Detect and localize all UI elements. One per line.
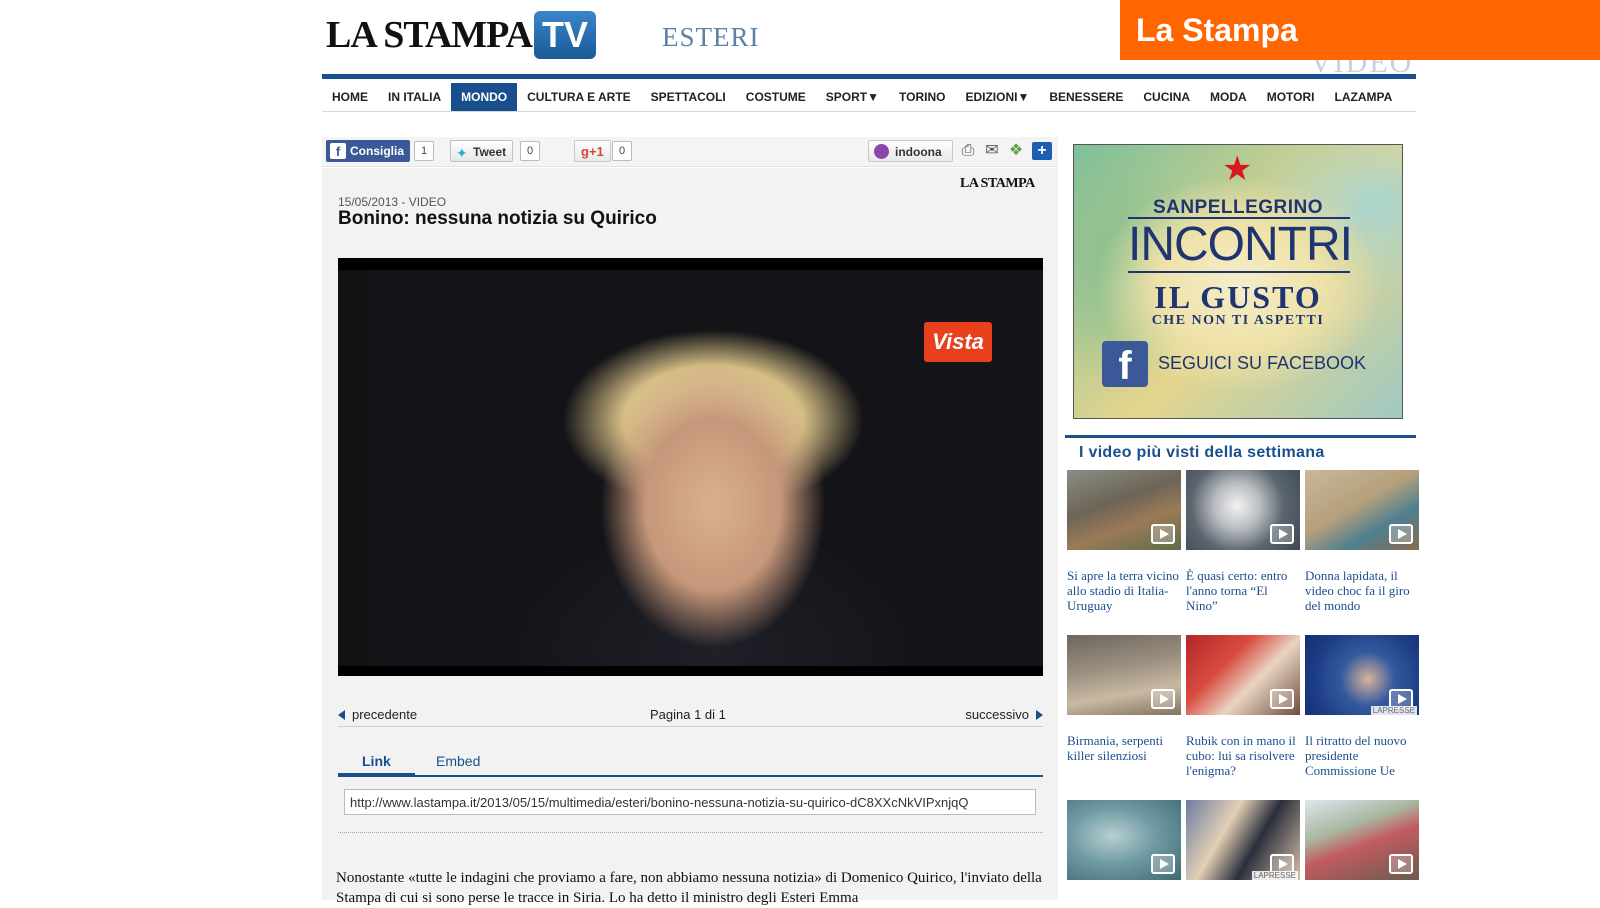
- share-network-icon[interactable]: ❖: [1006, 142, 1026, 160]
- video-thumbnail[interactable]: LAPRESSE: [1305, 635, 1419, 715]
- nav-item-torino[interactable]: TORINO: [889, 83, 955, 111]
- facebook-like-label: Consiglia: [350, 144, 405, 158]
- dotted-separator: [338, 832, 1043, 833]
- previous-link[interactable]: precedente: [338, 707, 417, 722]
- play-icon: [1151, 854, 1175, 874]
- social-bar: f Consiglia 1 ✦ Tweet 0 g+1 0 indoona ⎙ ✉ …: [322, 137, 1058, 167]
- logo-tv-badge: TV: [534, 11, 597, 59]
- google-plus-count: 0: [612, 141, 633, 161]
- share-link-input[interactable]: [344, 789, 1036, 815]
- video-item[interactable]: Si apre la terra vicino allo stadio di I…: [1067, 470, 1181, 613]
- nav-rule: [322, 74, 1416, 79]
- brand-banner-label: La Stampa: [1136, 12, 1298, 48]
- play-icon: [1151, 524, 1175, 544]
- email-icon[interactable]: ✉: [982, 142, 1002, 160]
- play-icon: [1270, 689, 1294, 709]
- nav-item-edizioni[interactable]: EDIZIONI▼: [955, 83, 1039, 111]
- video-thumbnail[interactable]: [1067, 635, 1181, 715]
- video-thumbnail[interactable]: [1186, 635, 1300, 715]
- print-icon[interactable]: ⎙: [958, 142, 978, 160]
- nav-item-sport[interactable]: SPORT▼: [816, 83, 889, 111]
- more-share-plus-icon[interactable]: +: [1032, 142, 1052, 160]
- nav-item-lazampa[interactable]: LAZAMPA: [1325, 83, 1403, 111]
- tab-link[interactable]: Link: [338, 753, 415, 777]
- video-item[interactable]: LAPRESSE Il ritratto del nuovo president…: [1305, 635, 1419, 778]
- tweet-count: 0: [520, 141, 541, 161]
- video-thumbnail[interactable]: [1186, 470, 1300, 550]
- lastampatv-logo[interactable]: LA STAMPA TV: [326, 8, 597, 62]
- indoona-icon: [874, 144, 889, 159]
- video-caption[interactable]: Birmania, serpenti killer silenziosi: [1067, 733, 1181, 763]
- video-item[interactable]: Donna lapidata, il video choc fa il giro…: [1305, 470, 1419, 613]
- facebook-icon: f: [330, 143, 346, 159]
- sanpellegrino-ad[interactable]: ★ SANPELLEGRINO INCONTRI IL GUSTO CHE NO…: [1073, 144, 1403, 419]
- video-caption[interactable]: È quasi certo: entro l'anno torna “El Ni…: [1186, 568, 1300, 613]
- video-caption[interactable]: Il ritratto del nuovo presidente Commiss…: [1305, 733, 1419, 778]
- twitter-bird-icon: ✦: [456, 145, 468, 161]
- ad-line2: IL GUSTO: [1154, 279, 1322, 315]
- tab-embed[interactable]: Embed: [412, 753, 504, 777]
- article-date: 15/05/2013 - VIDEO: [338, 195, 447, 209]
- video-item[interactable]: È quasi certo: entro l'anno torna “El Ni…: [1186, 470, 1300, 613]
- facebook-like-count: 1: [414, 141, 435, 161]
- most-viewed-header: I video più visti della settimana: [1065, 435, 1416, 467]
- video-thumbnail[interactable]: [1305, 800, 1419, 880]
- page-indicator: Pagina 1 di 1: [650, 707, 726, 722]
- ad-headline: INCONTRI: [1128, 217, 1353, 273]
- video-thumbnail[interactable]: [1067, 470, 1181, 550]
- indoona-button[interactable]: indoona: [868, 140, 953, 162]
- play-icon: [1270, 524, 1294, 544]
- nav-item-moda[interactable]: MODA: [1200, 83, 1257, 111]
- video-item[interactable]: [1305, 800, 1419, 880]
- video-thumbnail[interactable]: LAPRESSE: [1186, 800, 1300, 880]
- logo-text: LA STAMPA: [326, 14, 533, 56]
- play-icon: [1151, 689, 1175, 709]
- play-icon: [1389, 854, 1413, 874]
- facebook-like-button[interactable]: f Consiglia: [326, 140, 411, 162]
- nav-item-costume[interactable]: COSTUME: [736, 83, 816, 111]
- video-caption[interactable]: Donna lapidata, il video choc fa il giro…: [1305, 568, 1419, 613]
- play-icon: [1389, 524, 1413, 544]
- next-link[interactable]: successivo: [965, 707, 1043, 722]
- video-item[interactable]: LAPRESSE: [1186, 800, 1300, 880]
- pager: precedente Pagina 1 di 1 successivo: [338, 705, 1043, 727]
- nav-item-home[interactable]: HOME: [322, 83, 378, 111]
- nav-item-cucina[interactable]: CUCINA: [1133, 83, 1200, 111]
- facebook-icon: f: [1102, 341, 1148, 388]
- article-body: Nonostante «tutte le indagini che provia…: [336, 870, 1042, 906]
- article-title: Bonino: nessuna notizia su Quirico: [338, 208, 657, 229]
- nav-item-in-italia[interactable]: IN ITALIA: [378, 83, 451, 111]
- video-caption[interactable]: Si apre la terra vicino allo stadio di I…: [1067, 568, 1181, 613]
- tweet-button[interactable]: ✦ Tweet: [450, 140, 514, 162]
- brand-banner: La Stampa: [1120, 0, 1600, 60]
- most-viewed-title: I video più visti della settimana: [1079, 444, 1325, 461]
- red-star-icon: ★: [1222, 150, 1253, 188]
- ad-line3: CHE NON TI ASPETTI: [1151, 313, 1325, 328]
- video-thumbnail[interactable]: [1067, 800, 1181, 880]
- nav-item-cultura-e-arte[interactable]: CULTURA E ARTE: [517, 83, 641, 111]
- video-item[interactable]: [1067, 800, 1181, 880]
- tweet-label: Tweet: [473, 145, 507, 159]
- photo-credit: LAPRESSE: [1370, 706, 1417, 715]
- video-caption[interactable]: Rubik con in mano il cubo: lui sa risolv…: [1186, 733, 1300, 778]
- nav-item-benessere[interactable]: BENESSERE: [1039, 83, 1133, 111]
- indoona-label: indoona: [895, 145, 942, 159]
- photo-credit: LAPRESSE: [1251, 871, 1298, 880]
- nav-item-mondo[interactable]: MONDO: [451, 82, 518, 111]
- ad-brand: SANPELLEGRINO: [1152, 197, 1324, 218]
- ad-cta: SEGUICI SU FACEBOOK: [1158, 353, 1367, 373]
- nav-item-spettacoli[interactable]: SPETTACOLI: [641, 83, 736, 111]
- video-player[interactable]: Vista: [338, 258, 1043, 676]
- video-item[interactable]: Rubik con in mano il cubo: lui sa risolv…: [1186, 635, 1300, 778]
- share-tabs: Link Embed: [338, 749, 1043, 777]
- section-title: ESTERI: [662, 22, 760, 52]
- video-item[interactable]: Birmania, serpenti killer silenziosi: [1067, 635, 1181, 763]
- main-nav: HOME IN ITALIA MONDO CULTURA E ARTE SPET…: [322, 82, 1416, 112]
- video-play-area[interactable]: [338, 258, 1043, 676]
- google-plus-button[interactable]: g+1: [574, 140, 611, 162]
- nav-item-motori[interactable]: MOTORI: [1257, 83, 1325, 111]
- video-thumbnail[interactable]: [1305, 470, 1419, 550]
- lastampa-source-mark: LA STAMPA: [960, 176, 1035, 191]
